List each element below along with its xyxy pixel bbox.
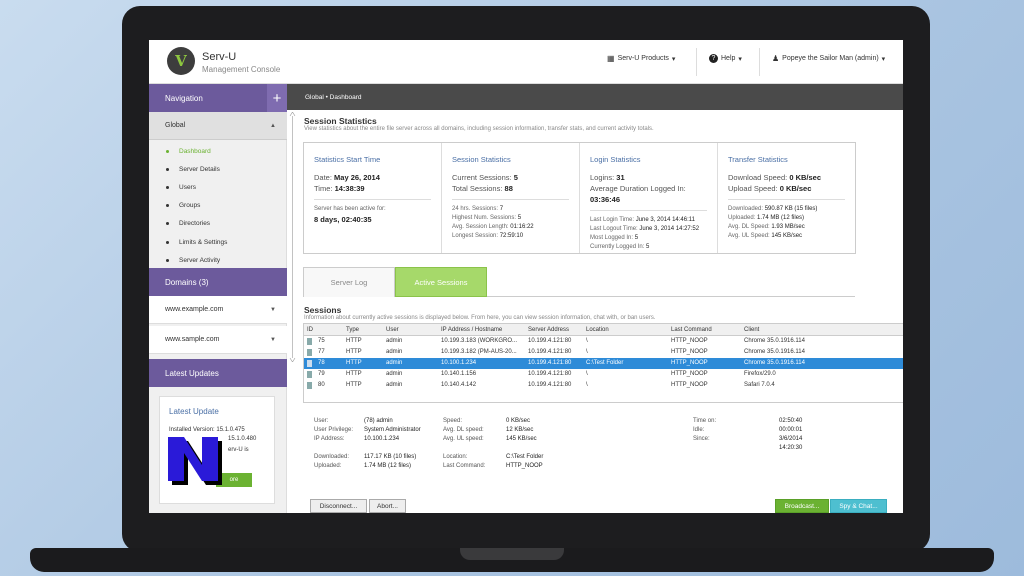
stats-transfer: Transfer Statistics Download Speed: 0 KB… (718, 143, 855, 253)
sessions-header: Sessions Information about currently act… (304, 305, 656, 321)
caret-down-icon: ▾ (881, 55, 886, 63)
table-row[interactable]: 79 HTTP admin 10.140.1.156 10.199.4.121:80 \ H… (304, 369, 903, 380)
caret-down-icon: ▾ (671, 55, 676, 63)
abort-button[interactable]: Abort... (369, 499, 406, 513)
user-icon (307, 338, 312, 345)
stats-sessions: Session Statistics Current Sessions: 5 T… (442, 143, 580, 253)
stats-start-time: Statistics Start Time Date: May 26, 2014… (304, 143, 442, 253)
n-badge-icon (168, 437, 222, 485)
domain-item[interactable]: www.example.com ▼ (149, 296, 287, 324)
stats-panel: Statistics Start Time Date: May 26, 2014… (303, 142, 856, 254)
user-icon (307, 371, 312, 378)
sidebar-item-users[interactable]: Users (149, 178, 287, 196)
caret-down-icon: ▼ (270, 306, 276, 313)
caret-up-icon: ▲ (270, 122, 276, 129)
bullet-icon (166, 149, 169, 153)
caret-down-icon: ▾ (738, 55, 742, 63)
app-subtitle: Management Console (202, 65, 281, 74)
header-divider (696, 48, 697, 76)
broadcast-button[interactable]: Broadcast... (775, 499, 829, 513)
nav-list: Dashboard Server Details Users Groups Di… (149, 142, 287, 269)
bullet-icon (166, 222, 169, 226)
section-description: View statistics about the entire file se… (304, 126, 654, 132)
scrollbar-icon (289, 111, 296, 363)
navigation-header: Navigation + (149, 84, 287, 112)
table-header: ID Type User IP Address / Hostname Serve… (304, 324, 903, 336)
user-icon (307, 360, 312, 367)
disconnect-button[interactable]: Disconnect... (310, 499, 367, 513)
plus-icon[interactable]: + (267, 84, 287, 112)
tab-bar: Server Log Active Sessions (303, 267, 855, 297)
section-title: Session Statistics (304, 116, 377, 126)
products-menu[interactable]: ▦ Serv-U Products ▾ (607, 54, 675, 63)
latest-update-title: Latest Update (169, 407, 219, 416)
session-stats-header: Session Statistics View statistics about… (304, 116, 894, 132)
table-row[interactable]: 80 HTTP admin 10.140.4.142 10.199.4.121:80 \ H… (304, 380, 903, 391)
table-row[interactable]: 77 HTTP admin 10.199.3.182 (PM-AUS-20... 10.… (304, 347, 903, 358)
bullet-icon (166, 240, 169, 244)
help-menu[interactable]: ? Help ▾ (709, 54, 742, 63)
latest-version: 15.1.0.480 (228, 436, 257, 442)
sidebar-item-directories[interactable]: Directories (149, 215, 287, 233)
sidebar-item-groups[interactable]: Groups (149, 197, 287, 215)
user-menu[interactable]: ♟ Popeye the Sailor Man (admin) ▾ (772, 54, 885, 63)
domains-header[interactable]: Domains (3) (149, 268, 287, 296)
serv-u-logo-icon: V (167, 47, 195, 75)
tab-active-sessions[interactable]: Active Sessions (395, 267, 487, 297)
sidebar-item-limits[interactable]: Limits & Settings (149, 233, 287, 251)
spy-chat-button[interactable]: Spy & Chat... (830, 499, 887, 513)
app-header: V Serv-U Management Console ▦ Serv-U Pro… (149, 40, 903, 84)
app-screen: V Serv-U Management Console ▦ Serv-U Pro… (149, 40, 903, 513)
sidebar-scrollbar[interactable] (289, 111, 296, 363)
global-section[interactable]: Global ▲ (149, 112, 287, 140)
bullet-icon (166, 167, 169, 171)
app-title: Serv-U (202, 51, 237, 63)
sidebar-item-dashboard[interactable]: Dashboard (149, 142, 287, 160)
bullet-icon (166, 258, 169, 262)
bullet-icon (166, 204, 169, 208)
breadcrumb: Global • Dashboard (287, 84, 903, 110)
sidebar-item-server-details[interactable]: Server Details (149, 160, 287, 178)
user-icon (307, 382, 312, 389)
user-icon (307, 349, 312, 356)
bullet-icon (166, 185, 169, 189)
tab-server-log[interactable]: Server Log (303, 267, 395, 297)
help-icon: ? (709, 54, 718, 63)
caret-down-icon: ▼ (270, 336, 276, 343)
grid-icon: ▦ (607, 54, 615, 63)
sessions-table: ID Type User IP Address / Hostname Serve… (303, 323, 903, 403)
domain-item[interactable]: www.sample.com ▼ (149, 326, 287, 354)
stats-login: Login Statistics Logins: 31 Average Dura… (580, 143, 718, 253)
user-icon: ♟ (772, 54, 780, 63)
sidebar-item-server-activity[interactable]: Server Activity (149, 251, 287, 269)
laptop-notch (460, 548, 564, 560)
table-row[interactable]: 75 HTTP admin 10.199.3.183 (WORKGRO... 10.19… (304, 336, 903, 347)
update-note: erv-U is (228, 447, 249, 453)
latest-updates-header: Latest Updates (149, 359, 287, 387)
table-row-selected[interactable]: 78 HTTP admin 10.100.1.234 10.199.4.121:80 C:… (304, 358, 903, 369)
header-divider (759, 48, 760, 76)
